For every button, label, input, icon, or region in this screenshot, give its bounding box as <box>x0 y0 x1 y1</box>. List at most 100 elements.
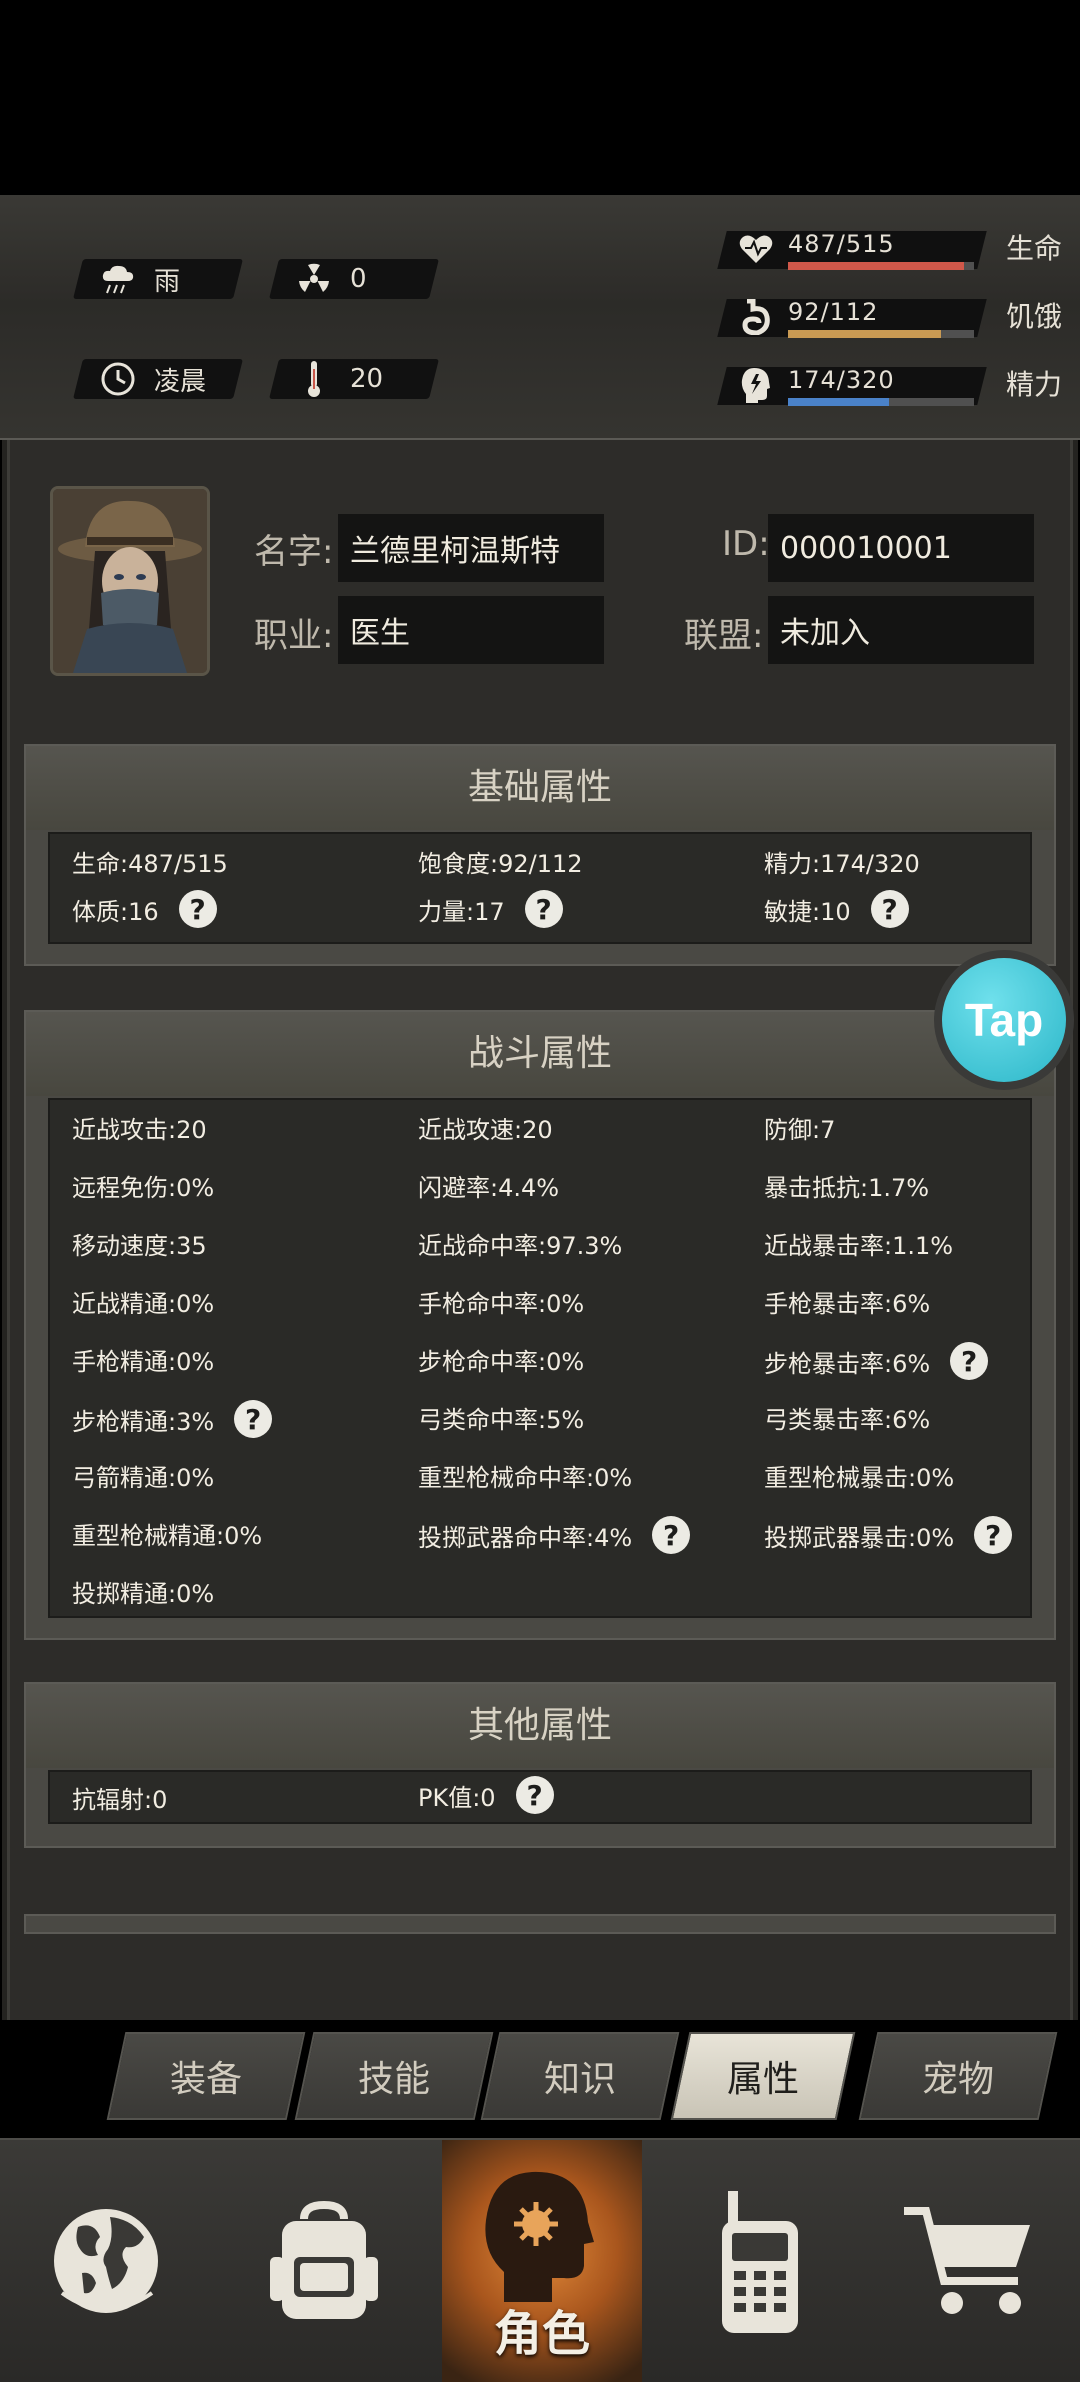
nav-shop[interactable] <box>860 2140 1076 2382</box>
stat-strength: 力量:17 <box>418 897 505 926</box>
character-tabs: 装备 技能 知识 属性 宠物 <box>0 2020 1080 2138</box>
id-label: ID: <box>722 524 770 564</box>
tab-attributes[interactable]: 属性 <box>670 2032 856 2120</box>
basic-attributes-title: 基础属性 <box>26 746 1054 830</box>
stat-cell: 重型枪械暴击:0% <box>764 1464 955 1492</box>
nav-character[interactable]: 角色 <box>442 2140 642 2382</box>
stat-agility: 敏捷:10 <box>764 897 851 926</box>
clock-icon <box>100 361 136 397</box>
backpack-icon <box>270 2200 378 2319</box>
heart-icon <box>736 229 776 269</box>
energy-stat[interactable]: 174/320 精力 <box>717 361 1062 409</box>
thermometer-icon <box>296 361 332 397</box>
stat-energy: 精力:174/320 <box>764 850 920 878</box>
radiation-value: 0 <box>350 264 367 294</box>
temperature-value: 20 <box>350 364 384 394</box>
health-value: 487/515 <box>788 230 895 258</box>
stat-cell: 手枪精通:0% <box>72 1348 215 1376</box>
combat-attributes-section: 战斗属性 近战攻击:20 近战攻速:20 防御:7 远程免伤:0% 闪避率:4.… <box>24 1010 1056 1640</box>
help-icon[interactable]: ? <box>870 890 909 928</box>
walkie-talkie-icon <box>722 2191 798 2333</box>
help-icon[interactable]: ? <box>950 1342 989 1380</box>
other-attributes-section: 其他属性 抗辐射:0 PK值:0? <box>24 1682 1056 1848</box>
stat-radiation-resistance: 抗辐射:0 <box>72 1786 168 1814</box>
hunger-value: 92/112 <box>788 298 879 326</box>
radiation-indicator[interactable]: 0 <box>269 259 439 299</box>
stat-cell: 闪避率:4.4% <box>418 1174 560 1202</box>
other-attributes-grid: 抗辐射:0 PK值:0? <box>48 1770 1032 1824</box>
stat-cell: 近战命中率:97.3% <box>418 1232 623 1260</box>
hunger-stat[interactable]: 92/112 饥饿 <box>717 293 1062 341</box>
job-field: 医生 <box>338 596 604 664</box>
alliance-field: 未加入 <box>768 596 1034 664</box>
nav-world-map[interactable] <box>0 2140 216 2382</box>
combat-attributes-grid: 近战攻击:20 近战攻速:20 防御:7 远程免伤:0% 闪避率:4.4% 暴击… <box>48 1098 1032 1618</box>
help-icon[interactable]: ? <box>178 890 217 928</box>
stat-cell: 投掷武器暴击:0% <box>764 1523 955 1552</box>
help-icon[interactable]: ? <box>974 1516 1013 1554</box>
name-label: 名字: <box>254 532 334 572</box>
tab-pets[interactable]: 宠物 <box>858 2032 1058 2120</box>
energy-label: 精力 <box>1005 368 1062 401</box>
stat-health: 生命:487/515 <box>72 850 228 878</box>
stat-cell: 弓类暴击率:6% <box>764 1406 931 1434</box>
taptap-floating-button[interactable]: Tap <box>934 950 1074 1090</box>
help-icon[interactable]: ? <box>524 890 563 928</box>
radiation-icon <box>296 261 332 297</box>
time-text: 凌晨 <box>154 366 207 397</box>
health-label: 生命 <box>1005 232 1062 265</box>
stat-cell: 近战攻击:20 <box>72 1116 207 1144</box>
taptap-label: Tap <box>942 958 1066 1082</box>
alliance-label: 联盟: <box>684 616 764 656</box>
energy-bar <box>788 398 974 406</box>
stat-cell: 手枪命中率:0% <box>418 1290 585 1318</box>
stat-cell: 弓类命中率:5% <box>418 1406 585 1434</box>
stat-satiety: 饱食度:92/112 <box>418 850 583 878</box>
stat-cell: 远程免伤:0% <box>72 1174 215 1202</box>
tab-skills[interactable]: 技能 <box>294 2032 494 2120</box>
tab-equipment[interactable]: 装备 <box>106 2032 306 2120</box>
health-stat[interactable]: 487/515 生命 <box>717 225 1062 273</box>
id-field: 000010001 <box>768 514 1034 582</box>
help-icon[interactable]: ? <box>515 1776 554 1814</box>
collapsed-section <box>24 1914 1056 1934</box>
stat-constitution: 体质:16 <box>72 897 159 926</box>
basic-attributes-section: 基础属性 生命:487/515 饱食度:92/112 精力:174/320 体质… <box>24 744 1056 966</box>
stat-cell: 暴击抵抗:1.7% <box>764 1174 930 1202</box>
stat-cell: 防御:7 <box>764 1116 836 1144</box>
stat-cell: 步枪精通:3% <box>72 1407 215 1436</box>
nav-inventory[interactable] <box>216 2140 432 2382</box>
name-field: 兰德里柯温斯特 <box>338 514 604 582</box>
stat-cell: 步枪暴击率:6% <box>764 1349 931 1378</box>
stomach-icon <box>736 297 776 337</box>
status-header: 雨 0 凌晨 20 487/515 生命 92/112 饥饿 174/320 精… <box>0 195 1080 601</box>
shopping-cart-icon <box>904 2207 1030 2314</box>
other-attributes-title: 其他属性 <box>26 1684 1054 1768</box>
stat-cell: 移动速度:35 <box>72 1232 207 1260</box>
stat-cell: 重型枪械命中率:0% <box>418 1464 633 1492</box>
nav-communication[interactable] <box>652 2140 868 2382</box>
stat-cell: 重型枪械精通:0% <box>72 1522 263 1550</box>
help-icon[interactable]: ? <box>234 1400 273 1438</box>
help-icon[interactable]: ? <box>652 1516 691 1554</box>
stat-pk-value: PK值:0 <box>418 1783 496 1812</box>
tab-knowledge[interactable]: 知识 <box>480 2032 680 2120</box>
combat-attributes-title: 战斗属性 <box>26 1012 1054 1096</box>
temperature-indicator[interactable]: 20 <box>269 359 439 399</box>
stat-cell: 投掷武器命中率:4% <box>418 1523 633 1552</box>
hunger-bar <box>788 330 974 338</box>
time-indicator[interactable]: 凌晨 <box>73 359 243 399</box>
stat-cell: 手枪暴击率:6% <box>764 1290 931 1318</box>
weather-indicator[interactable]: 雨 <box>73 259 243 299</box>
bottom-navigation: 角色 <box>0 2138 1080 2382</box>
job-label: 职业: <box>254 616 334 656</box>
nav-character-label: 角色 <box>493 2306 590 2362</box>
rain-cloud-icon <box>100 261 136 297</box>
stat-cell: 近战暴击率:1.1% <box>764 1232 954 1260</box>
basic-attributes-grid: 生命:487/515 饱食度:92/112 精力:174/320 体质:16? … <box>48 832 1032 944</box>
stat-cell: 近战攻速:20 <box>418 1116 553 1144</box>
avatar[interactable] <box>50 486 210 676</box>
globe-icon <box>54 2209 158 2313</box>
weather-text: 雨 <box>154 266 181 297</box>
energy-value: 174/320 <box>788 366 895 394</box>
